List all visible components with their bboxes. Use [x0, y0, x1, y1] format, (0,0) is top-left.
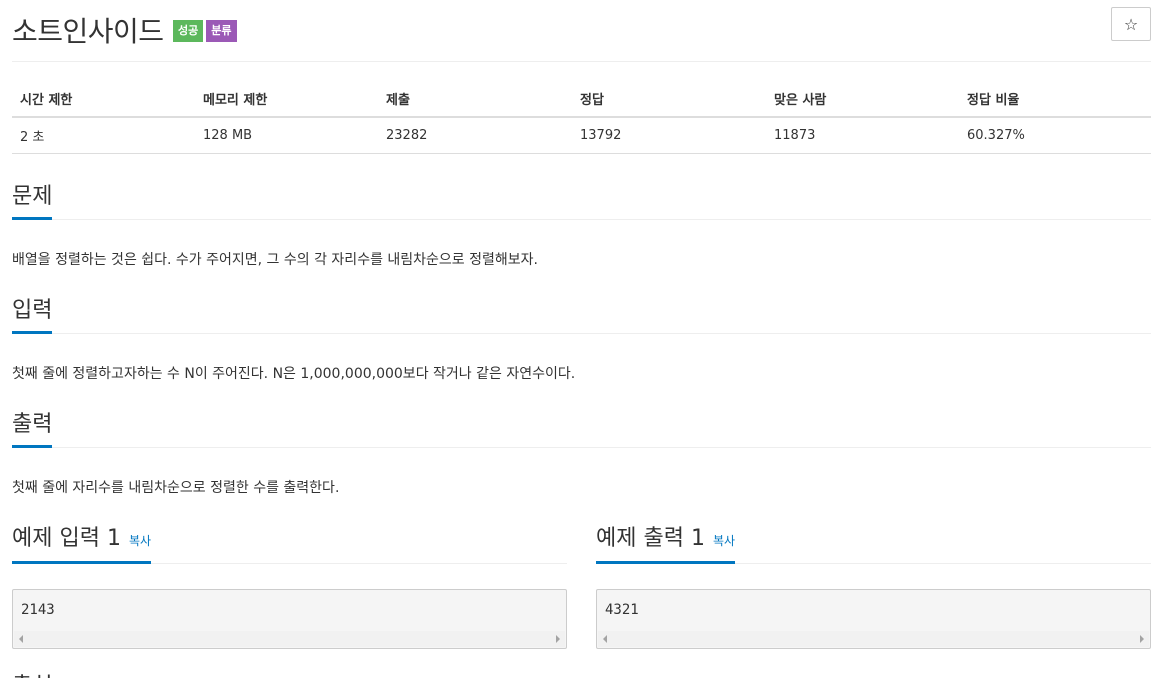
badge-group: 성공 분류	[173, 20, 237, 42]
scroll-right-icon[interactable]	[556, 635, 560, 643]
header-submissions: 제출	[378, 80, 572, 118]
problem-header: 소트인사이드 성공 분류 ☆	[12, 6, 1151, 62]
value-time-limit: 2 초	[12, 117, 195, 154]
sample-input-title-wrap: 예제 입력 1 복사	[12, 525, 152, 564]
output-body: 첫째 줄에 자리수를 내림차순으로 정렬한 수를 출력한다.	[12, 480, 340, 496]
sample-input-panel: 예제 입력 1 복사 2143	[12, 524, 567, 649]
description-body: 배열을 정렬하는 것은 쉽다. 수가 주어지면, 그 수의 각 자리수를 내림차…	[12, 252, 538, 268]
input-section: 입력 첫째 줄에 정렬하고자하는 수 N이 주어진다. N은 1,000,000…	[12, 296, 1151, 384]
star-icon: ☆	[1123, 14, 1139, 34]
sample-output-head: 예제 출력 1 복사	[596, 524, 1151, 564]
sample-output-scrollbar[interactable]	[598, 631, 1149, 647]
header-memory-limit: 메모리 제한	[195, 80, 378, 118]
scroll-left-icon[interactable]	[603, 635, 607, 643]
scroll-right-icon[interactable]	[1140, 635, 1144, 643]
header-ratio: 정답 비율	[959, 80, 1151, 118]
header-time-limit: 시간 제한	[12, 80, 195, 118]
header-solvers: 맞은 사람	[766, 80, 959, 118]
description-title: 문제	[12, 183, 53, 220]
header-accepted: 정답	[572, 80, 766, 118]
value-ratio: 60.327%	[959, 117, 1151, 154]
description-section: 문제 배열을 정렬하는 것은 쉽다. 수가 주어지면, 그 수의 각 자리수를 …	[12, 182, 1151, 270]
output-head: 출력	[12, 410, 1151, 448]
input-title: 입력	[12, 297, 53, 334]
category-badge[interactable]: 분류	[206, 20, 237, 42]
value-solvers: 11873	[766, 117, 959, 154]
input-head: 입력	[12, 296, 1151, 334]
success-badge[interactable]: 성공	[173, 20, 204, 42]
sample-input-content: 2143	[21, 602, 55, 618]
copy-output-link[interactable]: 복사	[713, 527, 735, 555]
sample-output-content: 4321	[605, 602, 639, 618]
scroll-left-icon[interactable]	[19, 635, 23, 643]
problem-info-table: 시간 제한 메모리 제한 제출 정답 맞은 사람 정답 비율 2 초 128 M…	[12, 80, 1151, 154]
value-submissions: 23282	[378, 117, 572, 154]
favorite-button[interactable]: ☆	[1111, 7, 1151, 41]
sample-output-box: 4321	[596, 589, 1151, 649]
description-head: 문제	[12, 182, 1151, 220]
info-header-row: 시간 제한 메모리 제한 제출 정답 맞은 사람 정답 비율	[12, 80, 1151, 118]
value-memory-limit: 128 MB	[195, 117, 378, 154]
sample-input-scrollbar[interactable]	[14, 631, 565, 647]
sample-input-title: 예제 입력 1	[12, 526, 121, 551]
sample-output-title-wrap: 예제 출력 1 복사	[596, 525, 736, 564]
input-body: 첫째 줄에 정렬하고자하는 수 N이 주어진다. N은 1,000,000,00…	[12, 366, 576, 382]
output-section: 출력 첫째 줄에 자리수를 내림차순으로 정렬한 수를 출력한다.	[12, 410, 1151, 498]
copy-input-link[interactable]: 복사	[129, 527, 151, 555]
problem-title: 소트인사이드	[12, 15, 164, 48]
output-title: 출력	[12, 411, 53, 448]
sample-input-head: 예제 입력 1 복사	[12, 524, 567, 564]
sample-input-box: 2143	[12, 589, 567, 649]
value-accepted: 13792	[572, 117, 766, 154]
sample-output-panel: 예제 출력 1 복사 4321	[596, 524, 1151, 649]
source-section-title: 출처	[12, 668, 52, 678]
info-value-row: 2 초 128 MB 23282 13792 11873 60.327%	[12, 117, 1151, 154]
sample-output-title: 예제 출력 1	[596, 526, 705, 551]
